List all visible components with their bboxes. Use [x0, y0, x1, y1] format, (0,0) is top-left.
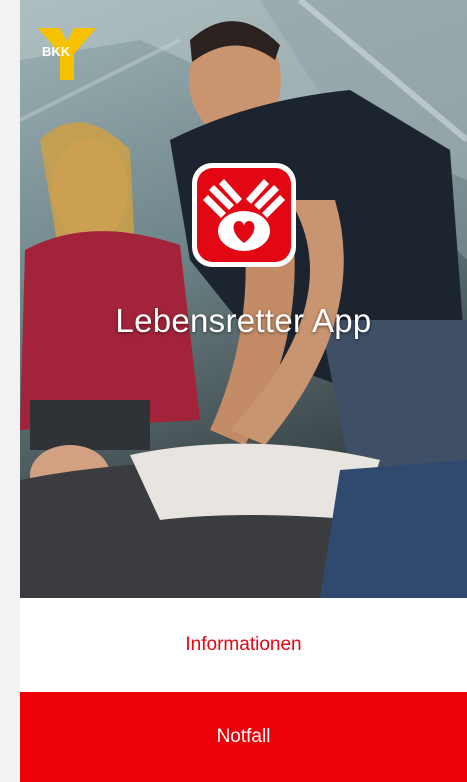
cpr-scene-illustration	[20, 0, 467, 598]
app-screen: BKK Lebensretter App Informationen Notfa…	[20, 0, 467, 782]
hero-image: BKK Lebensretter App	[20, 0, 467, 598]
app-title: Lebensretter App	[115, 302, 372, 339]
informationen-button[interactable]: Informationen	[20, 598, 467, 692]
bkk-logo-icon: BKK	[38, 28, 96, 80]
notfall-button[interactable]: Notfall	[20, 692, 467, 782]
hands-heart-icon	[192, 163, 296, 267]
logo-text: BKK	[42, 44, 71, 59]
status-bar	[20, 0, 467, 10]
